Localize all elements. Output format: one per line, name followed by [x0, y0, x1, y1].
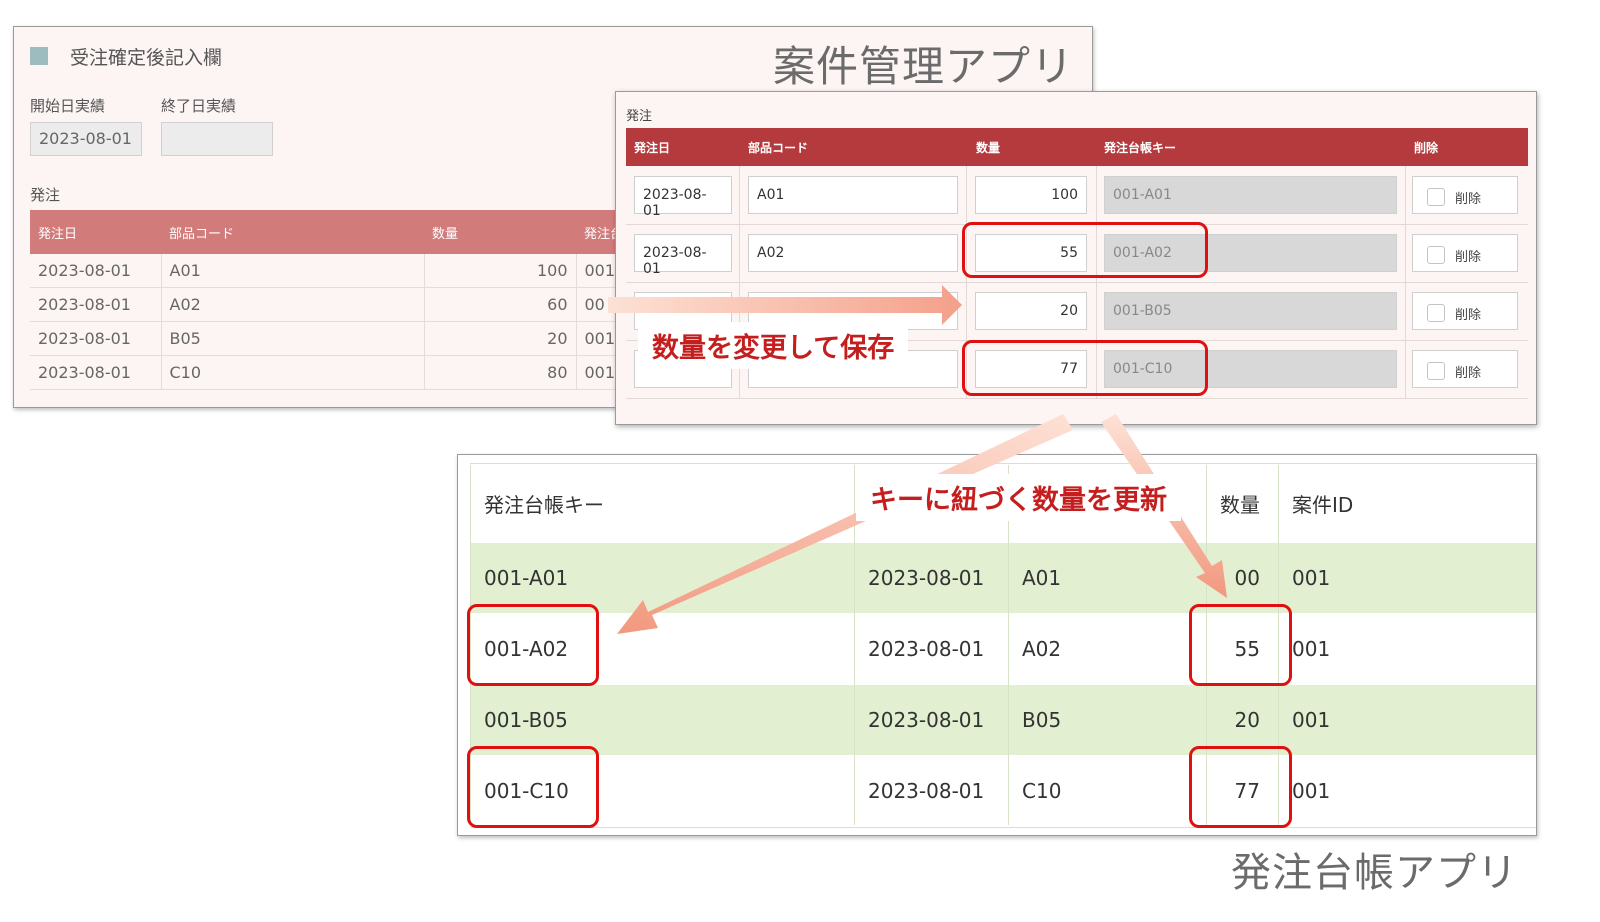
highlight-ledger-key-a02	[467, 604, 599, 686]
callout-update-by-key: キーに紐づく数量を更新	[856, 474, 1181, 521]
highlight-form-row-a02	[962, 222, 1208, 278]
highlight-ledger-qty-a02	[1189, 604, 1292, 686]
callout-change-quantity: 数量を変更して保存	[638, 322, 909, 369]
arrow-to-ledger-key-icon	[617, 414, 1073, 634]
highlight-form-row-c10	[962, 340, 1208, 396]
highlight-ledger-key-c10	[467, 746, 599, 828]
highlight-ledger-qty-c10	[1189, 746, 1292, 828]
arrow-to-form-icon	[608, 285, 962, 325]
flow-arrows	[608, 285, 1227, 634]
